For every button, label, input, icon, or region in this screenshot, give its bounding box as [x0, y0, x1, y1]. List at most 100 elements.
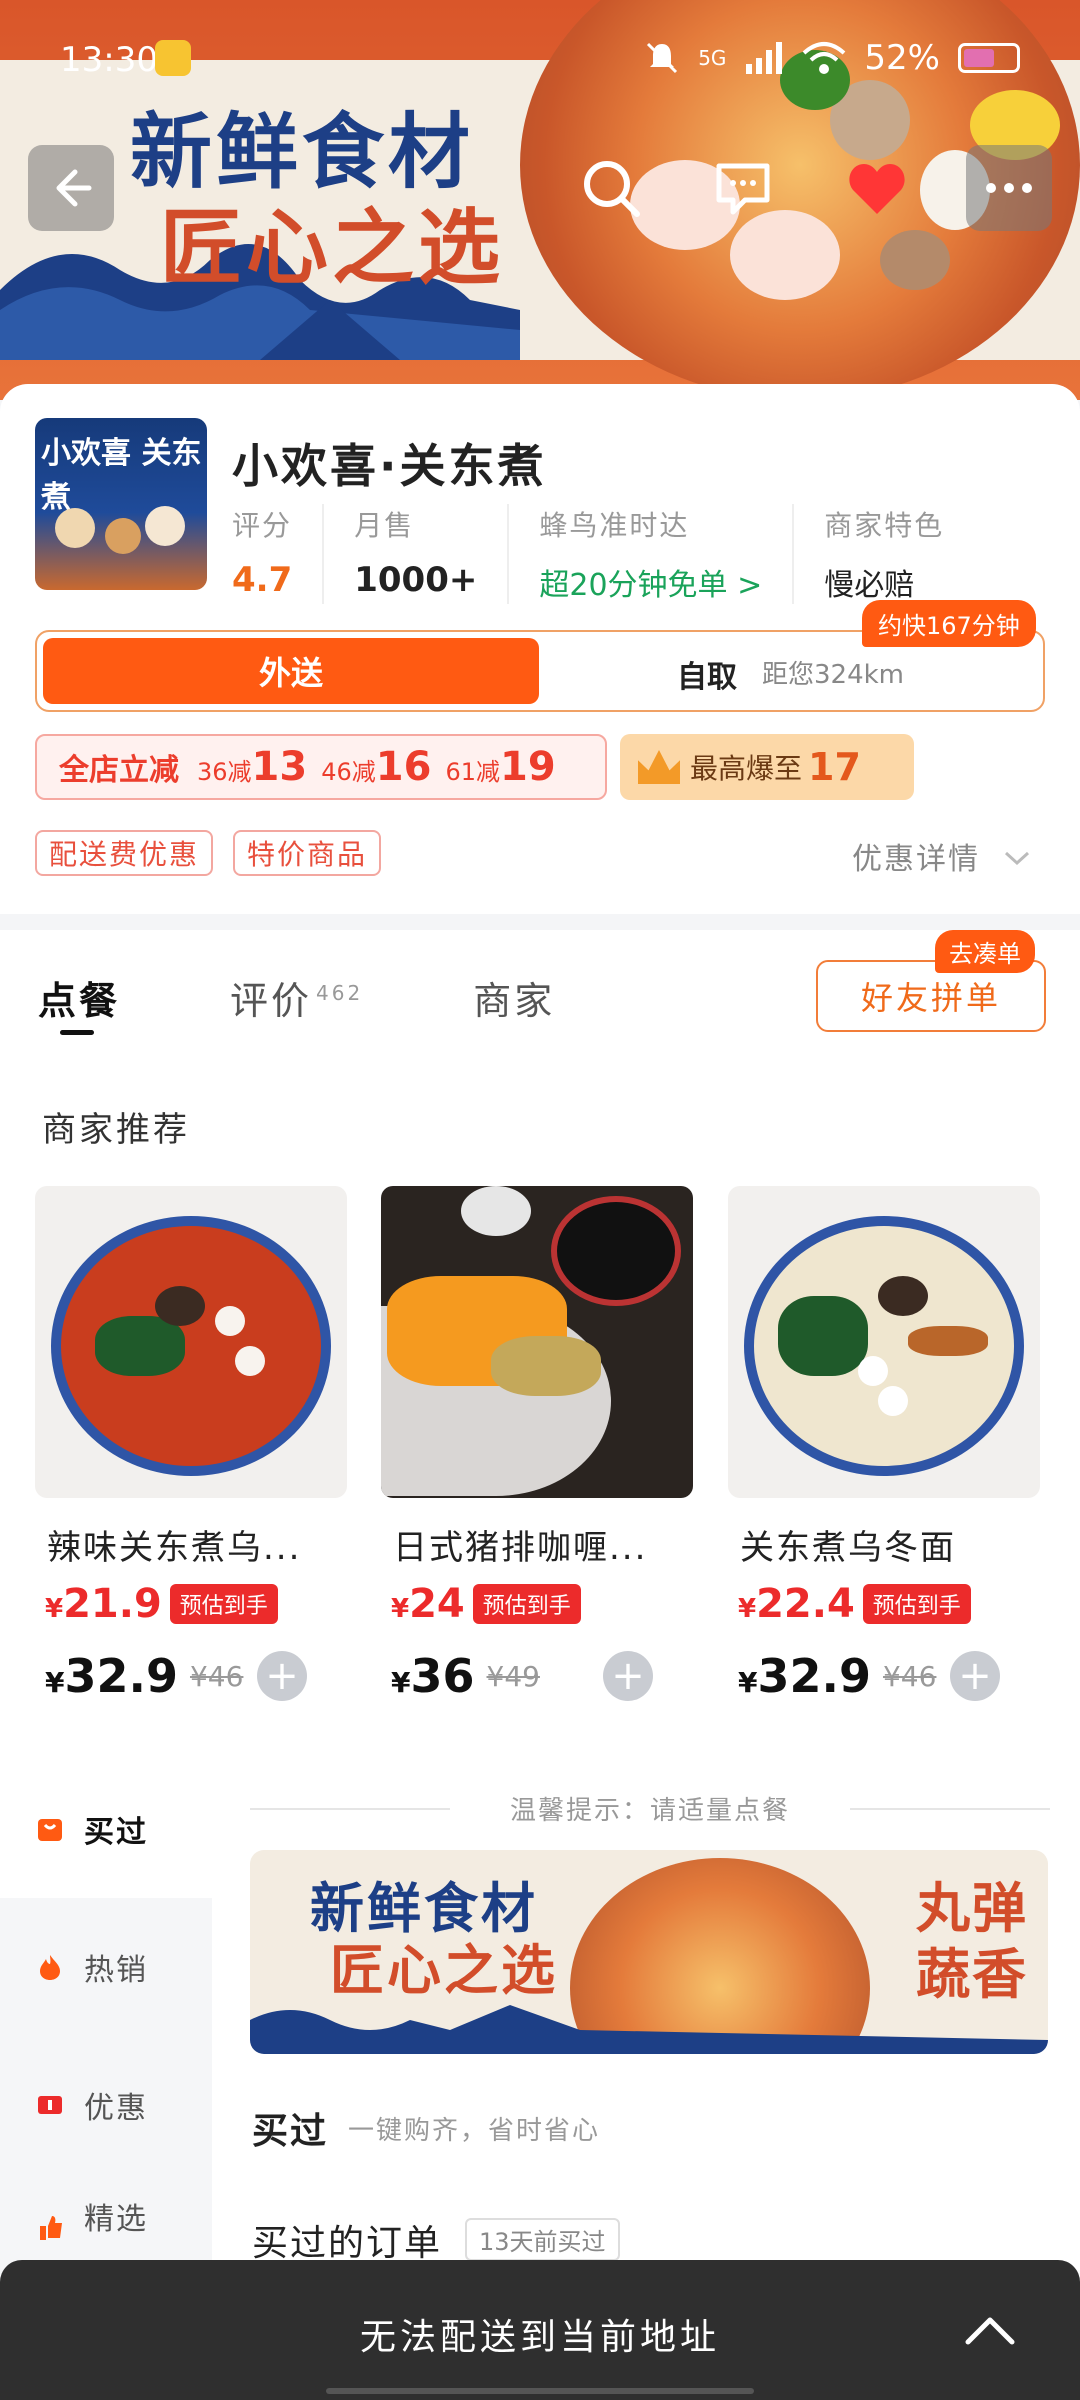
signal-icon	[746, 42, 783, 74]
estimated-price: ¥21.9 预估到手	[35, 1581, 347, 1627]
dish-card[interactable]: 日式猪排咖喱... ¥24 预估到手 ¥36 ¥49 +	[381, 1186, 693, 1703]
status-right: 5G 52%	[644, 38, 1020, 78]
page-tabs: 点餐 评价 462 商家	[38, 970, 665, 1035]
delivery-status-message: 无法配送到当前地址	[359, 2317, 720, 2358]
shop-info-card: 小欢喜 关东煮 小欢喜·关东煮 评分 4.7 月售 1000+ 蜂鸟准时达 超2…	[0, 384, 1080, 914]
dish-image[interactable]	[728, 1186, 1040, 1498]
ontime-value[interactable]: 超20分钟免单 >	[539, 560, 762, 604]
chevron-up-icon[interactable]	[960, 2300, 1020, 2360]
boost-label: 最高爆至	[690, 752, 803, 785]
search-button[interactable]	[568, 145, 654, 231]
tab-reviews-label: 评价	[230, 979, 313, 1023]
shop-logo: 小欢喜 关东煮	[35, 418, 207, 590]
dish-card[interactable]: 关东煮乌冬面 ¥22.4 预估到手 ¥32.9 ¥46 +	[728, 1186, 1040, 1703]
promo-banner-slogan: 新鲜食材 匠心之选	[310, 1878, 558, 2002]
dish-card[interactable]: 辣味关东煮乌... ¥21.9 预估到手 ¥32.9 ¥46 +	[35, 1186, 347, 1703]
discount-tier: 46减16	[321, 744, 432, 790]
tag-special-items[interactable]: 特价商品	[233, 830, 382, 876]
estimated-price-value: ¥24	[391, 1581, 465, 1627]
offer-detail-link[interactable]: 优惠详情	[852, 834, 1032, 878]
estimated-label: 预估到手	[862, 1584, 971, 1624]
shop-name: 小欢喜·关东煮	[232, 439, 547, 493]
stat-label: 商家特色	[824, 509, 945, 542]
battery-percent: 52%	[864, 38, 940, 78]
sidebar-item-discount[interactable]: 优惠	[0, 2036, 212, 2174]
back-button[interactable]	[28, 145, 114, 231]
crown-icon	[638, 750, 680, 784]
dish-image[interactable]	[35, 1186, 347, 1498]
network-label: 5G	[698, 46, 727, 70]
original-price: ¥49	[486, 1659, 540, 1693]
tab-order[interactable]: 点餐	[38, 970, 120, 1035]
promo-banner-line2: 匠心之选	[330, 1939, 558, 2002]
stat-ontime[interactable]: 蜂鸟准时达 超20分钟免单 >	[539, 504, 795, 604]
chat-icon	[716, 163, 770, 215]
wave-illustration	[250, 2005, 1048, 2054]
feature-value: 慢必赔	[824, 568, 915, 603]
bought-section-title: 买过	[252, 2111, 329, 2152]
stat-label: 蜂鸟准时达	[539, 509, 690, 542]
shop-logo-text: 小欢喜 关东煮	[41, 436, 202, 515]
original-price: ¥46	[882, 1659, 937, 1693]
promo-banner-tagline2: 蔬香	[916, 1943, 1028, 2006]
eta-badge: 约快167分钟	[862, 600, 1036, 647]
add-to-cart-button[interactable]: +	[603, 1651, 653, 1701]
promo-banner[interactable]: 新鲜食材 匠心之选 丸弹 蔬香	[250, 1850, 1048, 2054]
estimated-price-value: ¥21.9	[45, 1581, 162, 1627]
discount-tier: 61减19	[445, 744, 556, 790]
fire-icon	[40, 1955, 60, 1980]
store-discount-banner[interactable]: 全店立减 36减13 46减16 61减19	[35, 734, 607, 800]
add-to-cart-button[interactable]: +	[257, 1651, 307, 1701]
dish-price: ¥32.9 ¥46 +	[35, 1649, 347, 1703]
sidebar-item-label: 买过	[84, 1815, 148, 1850]
price-value: ¥32.9	[738, 1649, 871, 1703]
chat-button[interactable]	[700, 145, 786, 231]
tab-delivery[interactable]: 外送	[43, 638, 539, 704]
dish-name: 日式猪排咖喱...	[393, 1528, 648, 1568]
bought-orders-title: 买过的订单	[252, 2223, 443, 2264]
tag-delivery-fee[interactable]: 配送费优惠	[35, 830, 214, 876]
tab-pickup[interactable]: 自取	[677, 652, 737, 696]
tab-reviews[interactable]: 评价 462	[230, 970, 363, 1025]
stat-label: 评分	[232, 509, 293, 542]
dish-image[interactable]	[381, 1186, 693, 1498]
boost-value: 17	[808, 745, 861, 789]
estimated-price: ¥24 预估到手	[381, 1581, 693, 1627]
banner-slogan: 新鲜食材 匠心之选	[130, 105, 504, 297]
favorite-button[interactable]	[834, 145, 920, 231]
review-count: 462	[316, 981, 364, 1006]
boost-coupon[interactable]: 最高爆至 17	[620, 734, 914, 800]
banner-line2: 匠心之选	[160, 201, 505, 296]
more-button[interactable]	[966, 145, 1052, 231]
original-price: ¥46	[189, 1659, 244, 1693]
rating-value: 4.7	[232, 560, 293, 600]
promo-banner-tagline: 丸弹 蔬香	[916, 1876, 1028, 2008]
mute-icon	[647, 42, 678, 74]
sidebar-item-bought[interactable]: 买过	[0, 1760, 212, 1898]
delivery-status-bar[interactable]: 无法配送到当前地址	[0, 2260, 1080, 2400]
battery-icon	[958, 43, 1020, 73]
stat-monthly-sales: 月售 1000+	[354, 504, 510, 604]
estimated-label: 预估到手	[169, 1584, 278, 1624]
monthly-sales-value: 1000+	[354, 560, 478, 600]
wifi-icon	[803, 42, 846, 74]
add-to-cart-button[interactable]: +	[950, 1651, 1000, 1701]
bag-icon	[38, 1819, 62, 1841]
home-indicator[interactable]	[326, 2388, 754, 2394]
bought-section-subtitle: 一键购齐，省时省心	[348, 2116, 601, 2146]
stat-rating: 评分 4.7	[232, 504, 325, 604]
more-icon	[986, 183, 1032, 193]
status-time: 13:30	[60, 40, 158, 80]
banner-line1: 新鲜食材	[130, 105, 475, 200]
tab-merchant[interactable]: 商家	[473, 970, 555, 1025]
pickup-distance: 距您324km	[762, 660, 905, 690]
promo-banner-line1: 新鲜食材	[310, 1877, 538, 1940]
search-icon	[584, 161, 640, 217]
price-value: ¥36	[391, 1649, 475, 1703]
status-bar: 13:30 5G 52%	[0, 0, 1080, 110]
arrow-left-icon	[56, 169, 92, 207]
chevron-down-icon	[1004, 851, 1029, 866]
sidebar-item-hot[interactable]: 热销	[0, 1898, 212, 2036]
ticket-icon	[38, 2096, 62, 2114]
thumb-icon	[40, 2216, 62, 2240]
